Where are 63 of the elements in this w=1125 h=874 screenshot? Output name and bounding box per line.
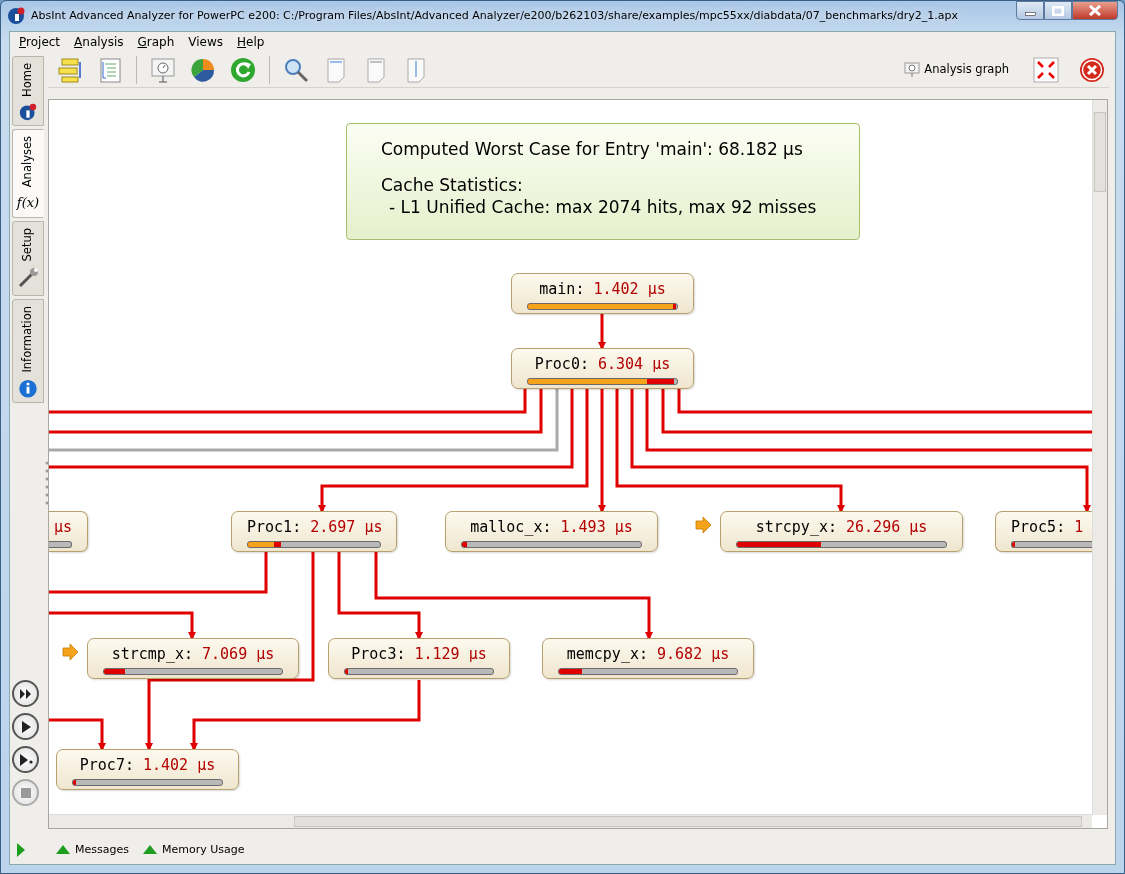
menu-item[interactable]: Graph	[137, 33, 175, 51]
vertical-scrollbar[interactable]	[1092, 100, 1107, 815]
node-label: Proc7: 1.402 µs	[78, 755, 217, 776]
close-button[interactable]	[1072, 1, 1118, 20]
node-label: strcpy_x: 26.296 µs	[754, 517, 929, 538]
function-node[interactable]: µs	[49, 511, 88, 552]
function-node[interactable]: strcmp_x: 7.069 µs	[87, 638, 299, 679]
node-label: strcmp_x: 7.069 µs	[110, 644, 276, 665]
function-node[interactable]: Proc1: 2.697 µs	[231, 511, 397, 552]
function-node[interactable]: Proc3: 1.129 µs	[328, 638, 510, 679]
minimize-button[interactable]	[1016, 1, 1044, 20]
node-label: main: 1.402 µs	[538, 279, 667, 300]
side-tab[interactable]: Setup	[12, 221, 44, 296]
status-panel-toggle[interactable]: Memory Usage	[142, 841, 245, 858]
maximize-button[interactable]	[1044, 1, 1072, 20]
analysis-graph-button[interactable]: Analysis graph	[900, 60, 1013, 79]
node-label: malloc_x: 1.493 µs	[469, 517, 634, 538]
function-node[interactable]: Proc7: 1.402 µs	[56, 749, 239, 790]
menu-item[interactable]: Project	[19, 33, 61, 51]
status-panel-toggle[interactable]: Messages	[56, 841, 129, 858]
info-icon	[18, 378, 38, 398]
app-logo-icon	[17, 102, 39, 121]
node-label: Proc3: 1.129 µs	[350, 644, 488, 665]
summary-text: - L1 Unified Cache: max 2074 hits, max 92 misses	[388, 196, 818, 218]
close-icon[interactable]	[1079, 56, 1105, 83]
maximize-icon	[1052, 5, 1064, 16]
step-button[interactable]	[12, 746, 39, 773]
function-node[interactable]: memcpy_x: 9.682 µs	[542, 638, 754, 679]
play-icon[interactable]	[16, 842, 26, 857]
minimize-icon	[1024, 11, 1036, 16]
menu-item[interactable]: Views	[188, 33, 224, 51]
node-label: Proc1: 2.697 µs	[247, 517, 381, 538]
horizontal-scrollbar[interactable]	[49, 814, 1092, 828]
play-button[interactable]	[12, 713, 39, 740]
app-logo-icon	[7, 7, 25, 25]
function-node[interactable]: Proc5: 1	[995, 511, 1092, 552]
side-tab[interactable]: Analyses f(x)	[12, 129, 44, 218]
node-label: Proc0: 6.304 µs	[533, 354, 672, 375]
function-node[interactable]: Proc0: 6.304 µs	[511, 348, 694, 389]
stopwatch-board-icon[interactable]	[149, 55, 177, 84]
node-label: µs	[52, 517, 72, 538]
refresh-icon[interactable]	[229, 55, 257, 84]
function-node[interactable]: main: 1.402 µs	[511, 273, 694, 314]
triangle-up-icon	[142, 845, 157, 855]
node-label: memcpy_x: 9.682 µs	[565, 644, 731, 665]
flowchart-icon[interactable]	[56, 55, 84, 84]
fast-forward-button[interactable]	[12, 680, 39, 707]
side-tab[interactable]: Home	[12, 56, 44, 126]
node-label: Proc5: 1	[1011, 517, 1085, 538]
fullscreen-icon[interactable]	[1033, 56, 1059, 83]
function-node[interactable]: malloc_x: 1.493 µs	[445, 511, 658, 552]
wrench-icon	[17, 267, 39, 290]
close-icon	[1089, 5, 1101, 16]
function-node[interactable]: strcpy_x: 26.296 µs	[720, 511, 963, 552]
time-bar	[49, 541, 72, 548]
triangle-up-icon	[56, 845, 70, 855]
summary-text: Cache Statistics:	[381, 174, 524, 196]
summary-text: Computed Worst Case for Entry 'main': 68.182 µs	[381, 138, 804, 160]
menu-item[interactable]: Help	[237, 33, 265, 51]
stopwatch-board-icon	[904, 61, 921, 78]
menu-item[interactable]: Analysis	[74, 33, 124, 51]
side-tab[interactable]: Information	[12, 299, 44, 403]
window-title: AbsInt Advanced Analyzer for PowerPC e200: C:/Program Files/AbsInt/Advanced Analyzer/e200/b262103/share/examples/mpc55xx/diabdata/07_benchmarks/dry2_1.apx	[31, 7, 958, 24]
